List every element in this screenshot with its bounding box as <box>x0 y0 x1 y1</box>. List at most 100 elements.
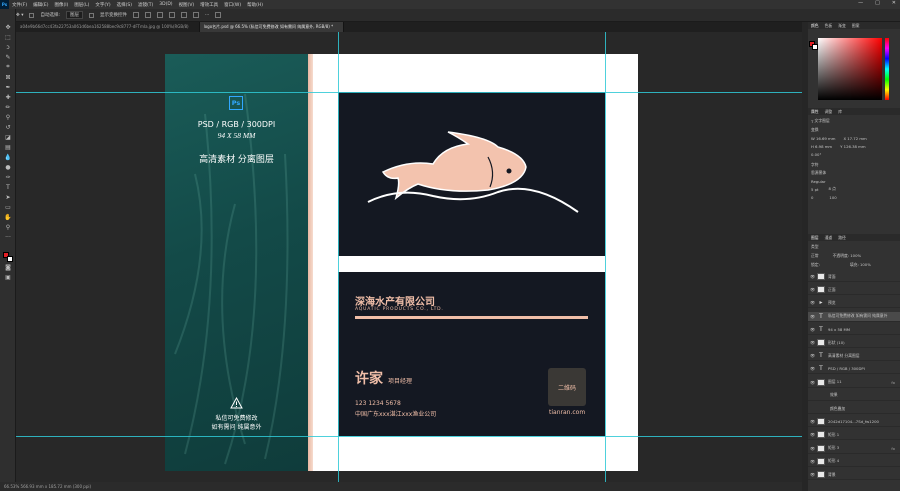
menu-item[interactable]: 窗口(W) <box>224 2 241 8</box>
tab-swatches[interactable]: 色板 <box>825 22 833 29</box>
more-options-icon[interactable]: ··· <box>205 13 209 18</box>
layer-row[interactable]: 👁 背面 <box>808 272 900 282</box>
type-tool-icon[interactable]: T <box>0 182 16 192</box>
leading-field[interactable]: 8 点 <box>829 186 836 192</box>
close-button[interactable]: ✕ <box>892 0 896 6</box>
visibility-eye-icon[interactable]: 👁 <box>810 432 815 437</box>
tab-paths[interactable]: 路径 <box>838 234 846 241</box>
quick-mask-icon[interactable]: ◙ <box>0 262 16 272</box>
font-family-dropdown[interactable]: 思源黑体 <box>808 169 900 177</box>
visibility-eye-icon[interactable]: 👁 <box>810 340 815 345</box>
layer-row[interactable]: 👁 形状 (10) <box>808 338 900 348</box>
tab-libraries[interactable]: 库 <box>838 108 842 115</box>
tab-properties[interactable]: 属性 <box>811 108 819 115</box>
visibility-eye-icon[interactable]: 👁 <box>810 300 815 305</box>
brush-tool-icon[interactable]: ✏ <box>0 102 16 112</box>
eraser-tool-icon[interactable]: ◪ <box>0 132 16 142</box>
dodge-tool-icon[interactable]: ● <box>0 162 16 172</box>
menu-item[interactable]: 选择(S) <box>117 2 132 8</box>
opacity-field[interactable]: 不透明度: 100% <box>833 253 862 259</box>
layer-row[interactable]: 👁 矩形 4 <box>808 457 900 467</box>
menu-item[interactable]: 图像(I) <box>54 2 68 8</box>
align-right-icon[interactable] <box>157 12 163 18</box>
align-middle-icon[interactable] <box>181 12 187 18</box>
history-brush-icon[interactable]: ↺ <box>0 122 16 132</box>
visibility-eye-icon[interactable]: 👁 <box>810 419 815 424</box>
align-center-icon[interactable] <box>145 12 151 18</box>
layer-row[interactable]: 👁 ▸ 预览 <box>808 298 900 309</box>
tracking-field[interactable]: 0 <box>811 195 813 200</box>
color-field[interactable] <box>818 38 882 100</box>
eyedropper-tool-icon[interactable]: ✒ <box>0 82 16 92</box>
visibility-eye-icon[interactable]: 👁 <box>810 274 815 279</box>
guide-vertical[interactable] <box>605 32 606 482</box>
visibility-eye-icon[interactable]: 👁 <box>810 472 815 477</box>
visibility-eye-icon[interactable]: 👁 <box>810 314 815 319</box>
fill-field[interactable]: 填充: 100% <box>850 262 871 268</box>
zoom-tool-icon[interactable]: ⚲ <box>0 222 16 232</box>
guide-vertical[interactable] <box>338 32 339 482</box>
layer-row[interactable]: 效果 <box>808 391 900 401</box>
y-field[interactable]: Y 126.38 mm <box>840 144 865 149</box>
tab-layers[interactable]: 图层 <box>811 234 819 241</box>
tab-patterns[interactable]: 图案 <box>852 22 860 29</box>
menu-item[interactable]: 图层(L) <box>74 2 89 8</box>
marquee-tool-icon[interactable]: ⬚ <box>0 32 16 42</box>
scale-field[interactable]: 100 <box>829 195 836 200</box>
hue-slider[interactable] <box>885 38 889 100</box>
visibility-eye-icon[interactable]: 👁 <box>810 366 815 371</box>
document-artboard[interactable]: Ps PSD / RGB / 300DPI 94 X 58 MM 高清素材 分离… <box>165 54 638 471</box>
angle-field[interactable]: 0.00° <box>808 150 900 158</box>
gradient-tool-icon[interactable]: ▤ <box>0 142 16 152</box>
layer-row[interactable]: 颜色叠加 <box>808 404 900 414</box>
tab-channels[interactable]: 通道 <box>825 234 833 241</box>
move-tool-icon[interactable]: ✥ <box>0 22 16 32</box>
align-left-icon[interactable] <box>133 12 139 18</box>
menu-item[interactable]: 文件(F) <box>12 2 27 8</box>
font-size-field[interactable]: 5 pt <box>811 187 819 192</box>
auto-select-checkbox[interactable] <box>29 12 35 18</box>
show-transform-checkbox[interactable] <box>89 12 94 18</box>
visibility-eye-icon[interactable]: 👁 <box>810 327 815 332</box>
healing-tool-icon[interactable]: ✚ <box>0 92 16 102</box>
path-select-icon[interactable]: ➤ <box>0 192 16 202</box>
guide-horizontal[interactable] <box>16 92 802 93</box>
menu-item[interactable]: 编辑(E) <box>33 2 48 8</box>
layer-row[interactable]: 👁 矩形 1 <box>808 430 900 441</box>
visibility-eye-icon[interactable]: 👁 <box>810 446 815 451</box>
move-tool-icon[interactable]: ✥ ▾ <box>16 13 23 18</box>
menu-item[interactable]: 增效工具 <box>200 2 218 8</box>
screen-mode-icon[interactable]: ▣ <box>0 272 16 282</box>
tab-adjustments[interactable]: 调整 <box>825 108 833 115</box>
pen-tool-icon[interactable]: ✑ <box>0 172 16 182</box>
layer-row[interactable]: 👁 正面 <box>808 285 900 296</box>
layer-row[interactable]: 👁 背景 <box>808 470 900 480</box>
menu-item[interactable]: 帮助(H) <box>247 2 263 8</box>
visibility-eye-icon[interactable]: 👁 <box>810 353 815 358</box>
layer-row[interactable]: 👁 图层 11 fx <box>808 378 900 388</box>
canvas-area[interactable]: Ps PSD / RGB / 300DPI 94 X 58 MM 高清素材 分离… <box>16 32 802 482</box>
layer-kind-filter[interactable]: 类型 <box>808 243 900 251</box>
blur-tool-icon[interactable]: 💧 <box>0 152 16 162</box>
blend-mode-dropdown[interactable]: 正常 <box>811 253 819 259</box>
layer-effects-icon[interactable]: fx <box>891 446 895 451</box>
menu-item[interactable]: 视图(V) <box>179 2 195 8</box>
align-top-icon[interactable] <box>169 12 175 18</box>
visibility-eye-icon[interactable]: 👁 <box>810 287 815 292</box>
quick-select-tool-icon[interactable]: ✎ <box>0 52 16 62</box>
layer-row[interactable]: 👁 矩形 3 fx <box>808 444 900 454</box>
menu-item[interactable]: 3D(D) <box>159 2 172 8</box>
menu-item[interactable]: 滤镜(T) <box>138 2 153 8</box>
visibility-eye-icon[interactable]: 👁 <box>810 380 815 385</box>
menu-item[interactable]: 文字(Y) <box>95 2 110 8</box>
align-bottom-icon[interactable] <box>193 12 199 18</box>
more-tools-icon[interactable]: ··· <box>0 232 16 242</box>
tab-color[interactable]: 颜色 <box>811 22 819 29</box>
layer-row[interactable]: 👁 2042d17104...7Sd_fw1200 <box>808 417 900 428</box>
tab-logo-psd[interactable]: logo名片.psd @ 66.5% (私信可免费修改 如有需问 纯属意外, R… <box>199 22 345 32</box>
background-color-swatch[interactable] <box>7 256 13 262</box>
font-style-dropdown[interactable]: Regular <box>808 177 900 185</box>
stamp-tool-icon[interactable]: ⚲ <box>0 112 16 122</box>
rectangle-tool-icon[interactable]: ▭ <box>0 202 16 212</box>
3d-mode-icon[interactable] <box>215 12 222 18</box>
